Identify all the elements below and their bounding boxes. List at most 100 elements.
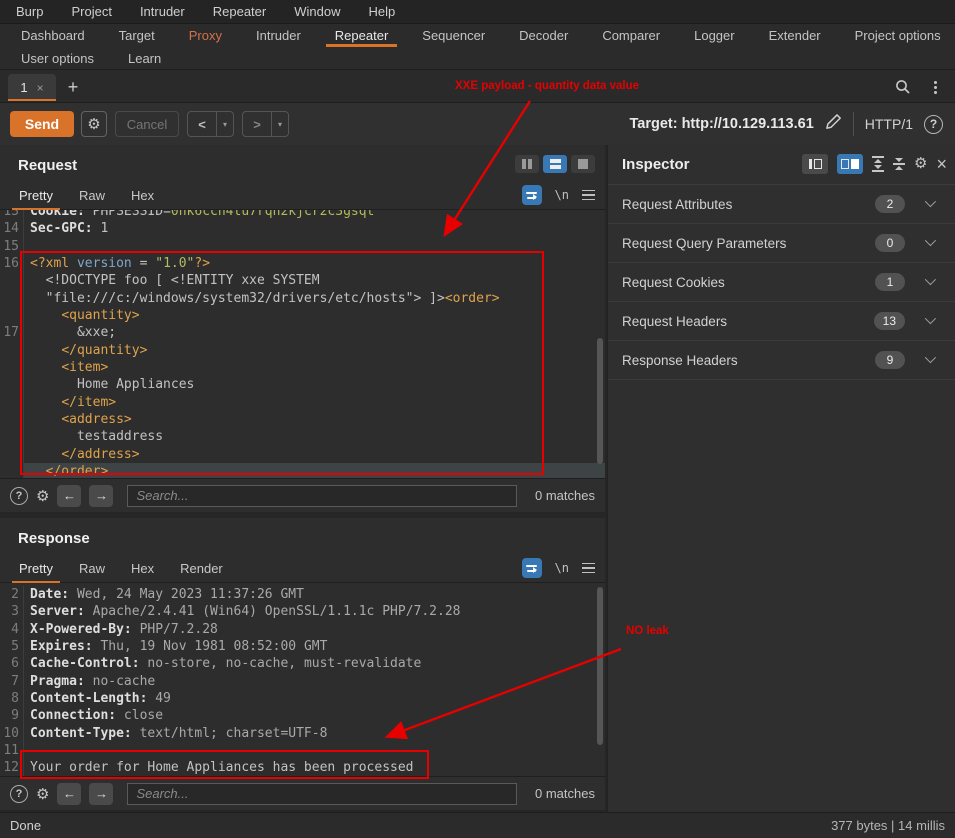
response-panel: Response PrettyRawHexRender \n 2Date: We… <box>0 518 605 810</box>
tab-comparer[interactable]: Comparer <box>585 24 677 47</box>
kebab-menu-icon[interactable] <box>927 77 943 97</box>
line-number <box>0 359 22 376</box>
chevron-down-icon[interactable] <box>925 313 936 324</box>
expand-all-icon[interactable] <box>872 156 884 172</box>
view-tab-pretty[interactable]: Pretty <box>6 556 66 582</box>
chevron-down-icon[interactable] <box>925 352 936 363</box>
target-group: Target: http://10.129.113.61 HTTP/1 ? <box>629 112 943 136</box>
word-wrap-icon[interactable] <box>522 185 542 205</box>
code-text: Connection: close <box>23 707 605 724</box>
history-forward-button[interactable]: > ▾ <box>242 111 289 137</box>
menu-intruder[interactable]: Intruder <box>126 0 199 24</box>
layout-rows-icon[interactable] <box>543 155 567 173</box>
layout-columns-icon[interactable] <box>515 155 539 173</box>
response-editor[interactable]: 2Date: Wed, 24 May 2023 11:37:26 GMT3Ser… <box>0 583 605 778</box>
menu-project[interactable]: Project <box>57 0 125 24</box>
inspector-close-icon[interactable]: × <box>936 155 947 173</box>
layout-single-icon[interactable] <box>571 155 595 173</box>
search-settings-gear-icon[interactable]: ⚙ <box>36 487 49 505</box>
menu-window[interactable]: Window <box>280 0 354 24</box>
tab-repeater[interactable]: Repeater <box>318 24 405 47</box>
menu-burp[interactable]: Burp <box>2 0 57 24</box>
show-newlines-icon[interactable]: \n <box>555 188 569 202</box>
forward-arrow-icon[interactable]: > <box>243 112 271 136</box>
search-icon[interactable] <box>893 77 913 97</box>
menu-repeater[interactable]: Repeater <box>199 0 280 24</box>
request-editor[interactable]: 13Cookie: PHPSESSID=0nk6cch4tu7rqn2kjcr2… <box>0 210 605 478</box>
inspector-section-response-headers[interactable]: Response Headers9 <box>608 341 955 380</box>
chevron-down-icon[interactable] <box>925 274 936 285</box>
view-tab-hex[interactable]: Hex <box>118 183 167 209</box>
editor-menu-icon[interactable] <box>582 190 595 201</box>
http-version-selector[interactable]: HTTP/1 <box>865 116 913 132</box>
view-tab-hex[interactable]: Hex <box>118 556 167 582</box>
inspector-section-request-query-parameters[interactable]: Request Query Parameters0 <box>608 224 955 263</box>
line-number <box>0 307 22 324</box>
response-scrollbar-thumb[interactable] <box>597 587 603 745</box>
tab-proxy[interactable]: Proxy <box>172 24 239 47</box>
back-dropdown-caret-icon[interactable]: ▾ <box>216 112 233 136</box>
search-settings-gear-icon[interactable]: ⚙ <box>36 785 49 803</box>
view-tab-raw[interactable]: Raw <box>66 556 118 582</box>
tab-learn[interactable]: Learn <box>111 47 178 70</box>
tab-close-icon[interactable]: × <box>37 81 44 95</box>
search-prev-icon[interactable]: ← <box>57 485 81 507</box>
repeater-tab-1[interactable]: 1 × <box>8 74 56 101</box>
search-help-icon[interactable]: ? <box>10 487 28 505</box>
request-search-input[interactable] <box>127 485 517 507</box>
code-line: <!DOCTYPE foo [ <!ENTITY xxe SYSTEM <box>0 272 605 289</box>
tab-sequencer[interactable]: Sequencer <box>405 24 502 47</box>
inspector-section-request-attributes[interactable]: Request Attributes2 <box>608 185 955 224</box>
help-icon[interactable]: ? <box>924 115 943 134</box>
inspector-settings-gear-icon[interactable]: ⚙ <box>914 154 927 174</box>
history-back-button[interactable]: < ▾ <box>187 111 234 137</box>
inspector-section-request-cookies[interactable]: Request Cookies1 <box>608 263 955 302</box>
tab-dashboard[interactable]: Dashboard <box>4 24 102 47</box>
menu-help[interactable]: Help <box>354 0 409 24</box>
request-panel: Request PrettyRawHex \n 13Cookie: PHPSES… <box>0 145 605 512</box>
line-number <box>0 446 22 463</box>
inspector-section-request-headers[interactable]: Request Headers13 <box>608 302 955 341</box>
tab-decoder[interactable]: Decoder <box>502 24 585 47</box>
view-tab-render[interactable]: Render <box>167 556 236 582</box>
response-code: 2Date: Wed, 24 May 2023 11:37:26 GMT3Ser… <box>0 586 605 777</box>
show-newlines-icon[interactable]: \n <box>555 561 569 575</box>
response-panel-title: Response <box>18 530 90 547</box>
send-button[interactable]: Send <box>10 111 74 137</box>
code-text: </quantity> <box>23 342 605 359</box>
request-match-count: 0 matches <box>535 488 595 503</box>
view-tab-pretty[interactable]: Pretty <box>6 183 66 209</box>
search-help-icon[interactable]: ? <box>10 785 28 803</box>
tab-logger[interactable]: Logger <box>677 24 751 47</box>
tab-intruder[interactable]: Intruder <box>239 24 318 47</box>
edit-target-pencil-icon[interactable] <box>825 113 842 135</box>
response-search-input[interactable] <box>127 783 517 805</box>
back-arrow-icon[interactable]: < <box>188 112 216 136</box>
code-line: 17 &xxe; <box>0 324 605 341</box>
code-text: X-Powered-By: PHP/7.2.28 <box>23 621 605 638</box>
send-settings-gear-icon[interactable]: ⚙ <box>81 111 107 137</box>
editor-menu-icon[interactable] <box>582 563 595 574</box>
word-wrap-icon[interactable] <box>522 558 542 578</box>
inspector-dock-right-icon[interactable] <box>837 154 863 174</box>
view-tab-raw[interactable]: Raw <box>66 183 118 209</box>
tab-project-options[interactable]: Project options <box>838 24 955 47</box>
code-line: </address> <box>0 446 605 463</box>
cancel-button[interactable]: Cancel <box>115 111 179 137</box>
chevron-down-icon[interactable] <box>925 196 936 207</box>
search-next-icon[interactable]: → <box>89 783 113 805</box>
search-next-icon[interactable]: → <box>89 485 113 507</box>
search-prev-icon[interactable]: ← <box>57 783 81 805</box>
request-scrollbar-thumb[interactable] <box>597 338 603 464</box>
tab-target[interactable]: Target <box>102 24 172 47</box>
add-tab-button[interactable]: + <box>62 74 84 100</box>
inspector-section-label: Request Headers <box>622 314 727 329</box>
forward-dropdown-caret-icon[interactable]: ▾ <box>271 112 288 136</box>
tab-extender[interactable]: Extender <box>752 24 838 47</box>
chevron-down-icon[interactable] <box>925 235 936 246</box>
code-text: testaddress <box>23 428 605 445</box>
tab-user-options[interactable]: User options <box>4 47 111 70</box>
inspector-dock-left-icon[interactable] <box>802 154 828 174</box>
collapse-all-icon[interactable] <box>893 158 905 171</box>
line-number: 10 <box>0 725 22 742</box>
